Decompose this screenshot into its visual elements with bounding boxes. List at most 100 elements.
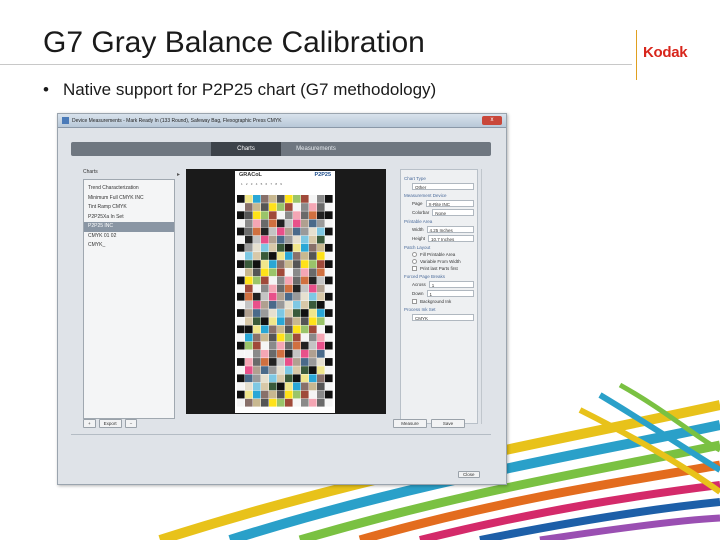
close-button[interactable]: Close	[458, 471, 480, 478]
chart-list-item[interactable]: Trend Characterization	[84, 184, 174, 194]
save-button[interactable]: Save	[431, 419, 465, 428]
color-patch	[317, 211, 325, 220]
color-patch	[301, 325, 309, 334]
color-patch	[237, 309, 245, 317]
color-patch	[317, 301, 325, 309]
color-patch	[253, 390, 261, 399]
color-patch	[245, 235, 253, 244]
down-stepper[interactable]: 1	[426, 290, 474, 297]
color-patch	[237, 341, 245, 350]
window-close-button[interactable]: x	[482, 116, 502, 125]
color-patch	[277, 203, 285, 211]
color-patch	[309, 284, 317, 293]
bullet-text: Native support for P2P25 chart (G7 metho…	[62, 80, 437, 99]
chart-list-item[interactable]: Tint Ramp CMYK	[84, 203, 174, 213]
color-patch	[253, 219, 261, 228]
color-patch	[245, 252, 253, 260]
color-patch	[317, 260, 325, 268]
colorbar-select[interactable]: None	[432, 209, 474, 216]
background-ink-checkbox[interactable]	[412, 299, 417, 304]
color-patch	[253, 195, 261, 203]
color-patch	[237, 235, 245, 244]
chart-scale: 1 2 3 4 5 6 7 8 9	[241, 182, 284, 186]
color-patch	[269, 243, 277, 252]
color-patch	[301, 260, 309, 268]
color-patch	[245, 382, 253, 391]
color-patch	[325, 366, 333, 374]
height-field[interactable]: 10.7 Inches	[428, 235, 474, 242]
settings-scrollbar[interactable]	[481, 169, 487, 424]
chart-type-select[interactable]: Other	[412, 183, 474, 190]
color-patch	[325, 309, 333, 317]
color-patch	[317, 333, 325, 342]
chart-list-item[interactable]: Minimum Full CMYK INC	[84, 194, 174, 204]
color-patch	[261, 349, 269, 358]
tab-charts[interactable]: Charts	[211, 142, 281, 156]
color-patch	[301, 398, 309, 407]
color-patch-grid	[237, 195, 333, 407]
color-patches	[237, 195, 333, 407]
dialog-divider	[71, 434, 491, 435]
export-button[interactable]: Export	[98, 419, 122, 428]
color-patch	[325, 227, 333, 236]
color-patch	[253, 366, 261, 374]
remove-chart-button[interactable]: −	[124, 419, 138, 428]
page-select[interactable]: X-Rite INC	[425, 200, 474, 207]
color-patch	[277, 227, 285, 236]
color-patch	[269, 349, 277, 358]
color-patch	[261, 268, 269, 277]
color-patch	[285, 390, 293, 399]
color-patch	[261, 333, 269, 342]
color-patch	[269, 260, 277, 268]
color-patch	[301, 341, 309, 350]
color-patch	[317, 374, 325, 383]
collapse-arrow-icon[interactable]: ▸	[177, 171, 180, 178]
color-patch	[301, 276, 309, 285]
color-patch	[261, 243, 269, 252]
bullet-item: • Native support for P2P25 chart (G7 met…	[43, 80, 436, 100]
color-patch	[301, 252, 309, 260]
color-patch	[253, 276, 261, 285]
color-patch	[277, 374, 285, 383]
print-last-checkbox[interactable]	[412, 266, 417, 271]
down-label: Down	[412, 291, 424, 296]
chart-list-item[interactable]: P2P25Xa In Set	[84, 213, 174, 223]
device-measurements-dialog: Device Measurements - Mark Ready In (133…	[57, 113, 507, 485]
charts-list[interactable]: Trend Characterization Minimum Full CMYK…	[83, 179, 175, 419]
color-patch	[261, 203, 269, 211]
dialog-titlebar: Device Measurements - Mark Ready In (133…	[58, 114, 506, 128]
color-patch	[325, 292, 333, 301]
color-patch	[277, 341, 285, 350]
color-patch	[277, 317, 285, 326]
process-ink-set-select[interactable]: CMYK	[412, 314, 474, 321]
color-patch	[253, 243, 261, 252]
color-patch	[317, 195, 325, 203]
color-patch	[237, 203, 245, 211]
process-ink-set-label: Process Ink Set	[404, 307, 436, 312]
fill-printable-radio[interactable]	[412, 252, 417, 257]
chart-list-item[interactable]: CMYK 01 02	[84, 232, 174, 242]
color-patch	[277, 309, 285, 317]
across-stepper[interactable]: 1	[428, 281, 474, 288]
color-patch	[301, 358, 309, 366]
color-patch	[277, 252, 285, 260]
measure-button[interactable]: Measure	[393, 419, 427, 428]
color-patch	[245, 276, 253, 285]
chart-list-item-selected[interactable]: P2P25 INC	[84, 222, 174, 232]
color-patch	[253, 203, 261, 211]
tab-measurements[interactable]: Measurements	[281, 142, 351, 156]
color-patch	[253, 398, 261, 407]
add-chart-button[interactable]: +	[83, 419, 96, 428]
color-patch	[269, 252, 277, 260]
color-patch	[237, 301, 245, 309]
color-patch	[293, 284, 301, 293]
variable-width-radio[interactable]	[412, 259, 417, 264]
color-patch	[245, 203, 253, 211]
chart-type-label: Chart Type	[404, 176, 426, 181]
color-patch	[245, 211, 253, 220]
color-patch	[325, 349, 333, 358]
color-patch	[237, 292, 245, 301]
color-patch	[301, 349, 309, 358]
chart-list-item[interactable]: CMYK_	[84, 241, 174, 251]
width-field[interactable]: 4.25 Inches	[426, 226, 474, 233]
